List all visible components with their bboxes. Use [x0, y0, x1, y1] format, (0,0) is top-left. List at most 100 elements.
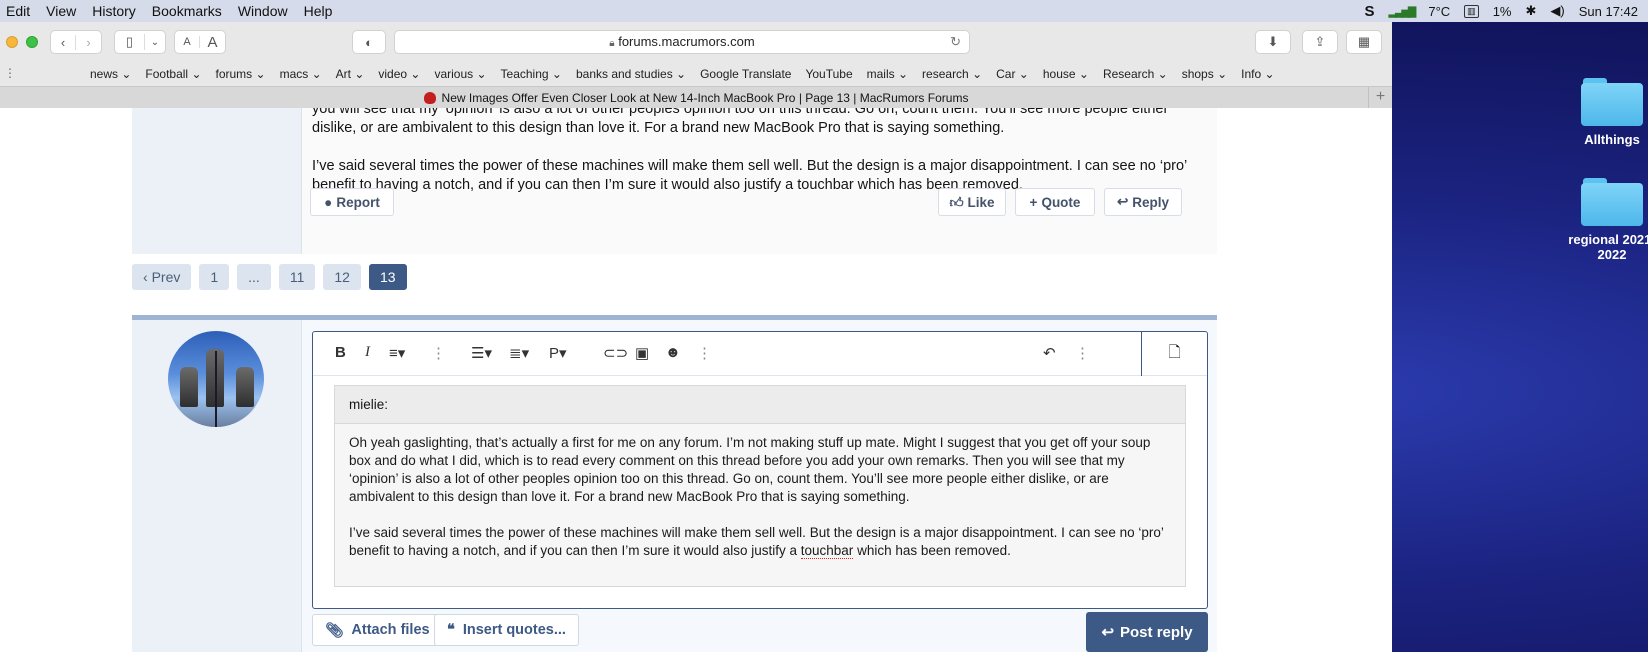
reply-editor: B I ≡▾ ⋮ ☰▾ ≣▾ P▾ ⊂⊃ ▣ ☻ ⋮ ↶ ⋮ 🗋︎ mielie… — [312, 331, 1208, 609]
reload-icon[interactable]: ↻ — [950, 31, 961, 53]
chevron-down-icon: ⌄ — [150, 36, 160, 48]
bold-icon[interactable]: B — [335, 344, 346, 361]
zoom-button[interactable] — [26, 36, 38, 48]
more-options-icon[interactable]: ⋮ — [697, 344, 712, 362]
thumbs-up-icon: 👍︎ — [949, 194, 964, 210]
bluetooth-icon[interactable]: ✱ — [1525, 3, 1536, 19]
bookmark-art[interactable]: Art ⌄ — [336, 67, 365, 81]
bookmark-research[interactable]: research ⌄ — [922, 67, 982, 81]
forward-icon[interactable]: › — [76, 35, 101, 50]
list-icon[interactable]: ☰▾ — [471, 344, 492, 362]
folder-icon — [1581, 78, 1643, 126]
bookmark-macs[interactable]: macs ⌄ — [280, 67, 322, 81]
paragraph-icon[interactable]: P▾ — [549, 344, 567, 362]
reply-arrow-icon: ↩ — [1101, 624, 1115, 641]
downloads-button[interactable]: ⬇ — [1255, 30, 1291, 54]
attach-files-button[interactable]: 📎︎ Attach files — [312, 614, 443, 646]
page-link[interactable]: 11 — [278, 264, 316, 290]
bookmark-banks-and-studies[interactable]: banks and studies ⌄ — [576, 67, 686, 81]
menu-bookmarks[interactable]: Bookmarks — [144, 3, 230, 19]
sidebar-toggle-button[interactable]: ▯ ⌄ — [114, 30, 166, 54]
text-size-buttons[interactable]: A A — [174, 30, 226, 54]
menu-view[interactable]: View — [38, 3, 84, 19]
tab-overview-button[interactable]: ▦ — [1346, 30, 1382, 54]
lock-icon: 🔒︎ — [609, 38, 615, 49]
quote-block[interactable]: mielie: Oh yeah gaslighting, that’s actu… — [334, 385, 1186, 587]
quote-body: Oh yeah gaslighting, that’s actually a f… — [335, 424, 1185, 588]
menu-edit[interactable]: Edit — [0, 3, 38, 19]
align-icon[interactable]: ≣▾ — [509, 344, 529, 362]
download-icon: ⬇ — [1267, 34, 1279, 49]
bookmark-house[interactable]: house ⌄ — [1043, 67, 1089, 81]
grid-icon: ▦ — [1357, 34, 1371, 49]
more-options-icon[interactable]: ⋮ — [431, 344, 446, 362]
quote-button[interactable]: + Quote — [1015, 188, 1095, 216]
text-smaller-button[interactable]: A — [175, 36, 201, 48]
back-icon[interactable]: ‹ — [51, 34, 77, 50]
preview-icon: 🗋︎ — [1168, 343, 1181, 361]
share-icon: ⇪ — [1314, 34, 1326, 49]
insert-quotes-button[interactable]: ❝ Insert quotes... — [434, 614, 579, 646]
privacy-report-button[interactable]: ◐ — [352, 30, 386, 54]
tab-active[interactable]: New Images Offer Even Closer Look at New… — [423, 91, 968, 105]
bookmark-car[interactable]: Car ⌄ — [996, 67, 1029, 81]
new-tab-button[interactable]: + — [1368, 87, 1392, 109]
bookmark-teaching[interactable]: Teaching ⌄ — [501, 67, 562, 81]
image-icon[interactable]: ▣ — [635, 344, 649, 362]
page-ellipsis[interactable]: ... — [237, 264, 271, 290]
bookmark-football[interactable]: Football ⌄ — [145, 67, 201, 81]
italic-icon[interactable]: I — [365, 344, 370, 361]
shield-icon: ◐ — [365, 34, 373, 50]
preview-button[interactable]: 🗋︎ — [1141, 332, 1207, 376]
temperature[interactable]: 7°C — [1428, 4, 1450, 19]
like-button[interactable]: 👍︎ Like — [938, 188, 1006, 216]
link-icon[interactable]: ⊂⊃ — [603, 344, 628, 362]
post-user-column — [132, 108, 302, 254]
status-area: S ▂▃▅▇ 7°C ▥ 1% ✱ ◀) Sun 17:42 — [1364, 0, 1638, 22]
menu-help[interactable]: Help — [296, 3, 341, 19]
battery-percent[interactable]: 1% — [1493, 4, 1512, 19]
bookmark-mails[interactable]: mails ⌄ — [867, 67, 908, 81]
desktop-folder-allthings[interactable]: Allthings — [1552, 78, 1648, 147]
page-link[interactable]: 12 — [323, 264, 361, 290]
quick-reply: B I ≡▾ ⋮ ☰▾ ≣▾ P▾ ⊂⊃ ▣ ☻ ⋮ ↶ ⋮ 🗋︎ mielie… — [132, 315, 1217, 652]
more-options-icon[interactable]: ⋮ — [1075, 344, 1090, 362]
bookmark-news[interactable]: news ⌄ — [90, 67, 131, 81]
quote-paragraph: Oh yeah gaslighting, that’s actually a f… — [349, 435, 1151, 504]
post-reply-button[interactable]: ↩ Post reply — [1086, 612, 1208, 652]
report-button[interactable]: ● Report — [310, 188, 394, 216]
bookmark-shops[interactable]: shops ⌄ — [1182, 67, 1227, 81]
bookmark-video[interactable]: video ⌄ — [378, 67, 420, 81]
battery-icon[interactable]: ▥ — [1464, 4, 1479, 18]
back-forward-buttons[interactable]: ‹ › — [50, 30, 102, 54]
prev-page-button[interactable]: ‹ Prev — [132, 264, 192, 290]
more-icon[interactable]: ⋮ — [4, 66, 16, 80]
tab-bar: New Images Offer Even Closer Look at New… — [0, 86, 1392, 109]
menu-window[interactable]: Window — [230, 3, 296, 19]
smilie-icon[interactable]: ☻ — [665, 344, 681, 361]
desktop-folder-regional[interactable]: regional 2021-2022 — [1552, 178, 1648, 262]
folder-icon — [1581, 178, 1643, 226]
clock[interactable]: Sun 17:42 — [1579, 4, 1638, 19]
bookmark-research-2[interactable]: Research ⌄ — [1103, 67, 1168, 81]
menu-history[interactable]: History — [84, 3, 144, 19]
signal-icon[interactable]: ▂▃▅▇ — [1389, 5, 1417, 18]
volume-icon[interactable]: ◀) — [1550, 3, 1564, 19]
bookmark-info[interactable]: Info ⌄ — [1241, 67, 1274, 81]
page-link-current[interactable]: 13 — [368, 264, 407, 290]
undo-icon[interactable]: ↶ — [1043, 344, 1056, 362]
share-button[interactable]: ⇪ — [1302, 30, 1338, 54]
bookmark-google-translate[interactable]: Google Translate — [700, 67, 791, 81]
bookmark-youtube[interactable]: YouTube — [805, 67, 852, 81]
avatar[interactable] — [168, 331, 264, 427]
reply-button[interactable]: ↩ Reply — [1104, 188, 1182, 216]
text-larger-button[interactable]: A — [200, 34, 225, 51]
alert-icon: ● — [324, 194, 333, 210]
minimize-button[interactable] — [6, 36, 18, 48]
bookmark-forums[interactable]: forums ⌄ — [216, 67, 266, 81]
text-style-icon[interactable]: ≡▾ — [389, 344, 405, 362]
skype-icon[interactable]: S — [1364, 3, 1374, 20]
page-link[interactable]: 1 — [199, 264, 230, 290]
bookmark-various[interactable]: various ⌄ — [434, 67, 486, 81]
address-bar[interactable]: 🔒︎ forums.macrumors.com ↻ — [394, 30, 970, 54]
